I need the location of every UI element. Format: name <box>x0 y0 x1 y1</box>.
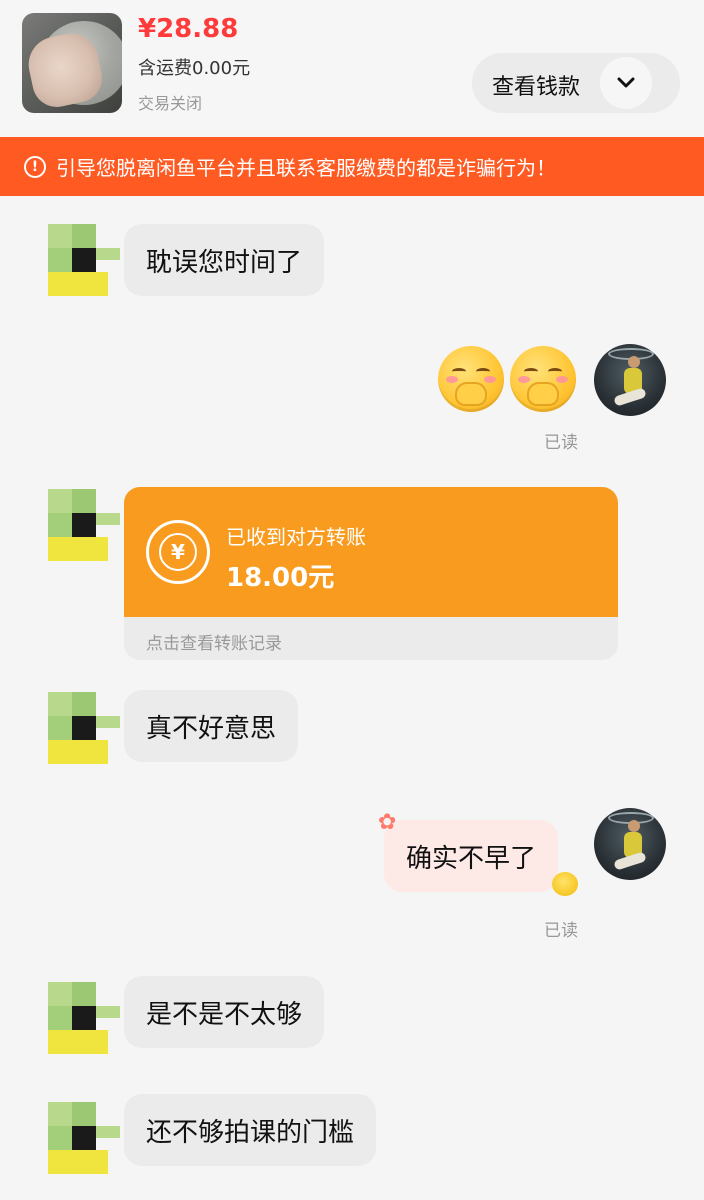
shy-smile-emoji-icon[interactable] <box>438 346 504 412</box>
chat-bubble[interactable]: 还不够拍课的门槛 <box>124 1094 377 1166</box>
my-avatar[interactable] <box>594 344 666 416</box>
chick-sticker-icon <box>552 872 578 896</box>
chevron-down-icon[interactable] <box>600 57 652 109</box>
shy-smile-emoji-icon[interactable] <box>510 346 576 412</box>
chat-bubble[interactable]: 耽误您时间了 <box>124 224 325 296</box>
order-header: ¥28.88 含运费0.00元 交易关闭 查看钱款 <box>0 0 704 137</box>
product-price: ¥28.88 <box>138 14 239 44</box>
yen-exchange-icon: ¥ <box>146 520 210 584</box>
shipping-fee: 含运费0.00元 <box>138 58 251 79</box>
transfer-card-body: ¥ 已收到对方转账 18.00元 <box>124 487 618 617</box>
fraud-warning-text: 引导您脱离闲鱼平台并且联系客服缴费的都是诈骗行为！ <box>56 156 556 180</box>
transfer-card[interactable]: ¥ 已收到对方转账 18.00元 点击查看转账记录 <box>124 487 618 660</box>
my-avatar[interactable] <box>594 808 666 880</box>
flower-sticker-icon: ✿ <box>378 810 397 835</box>
read-status: 已读 <box>544 921 578 941</box>
other-user-avatar[interactable] <box>48 224 120 296</box>
other-user-avatar[interactable] <box>48 489 120 561</box>
trade-status: 交易关闭 <box>138 94 203 113</box>
read-status: 已读 <box>544 433 578 453</box>
other-user-avatar[interactable] <box>48 1102 120 1174</box>
chat-bubble-mine[interactable]: 确实不早了 <box>384 820 559 892</box>
exclamation-circle-icon: ! <box>24 155 46 178</box>
other-user-avatar[interactable] <box>48 982 120 1054</box>
transfer-amount: 18.00元 <box>226 563 335 593</box>
chat-bubble[interactable]: 真不好意思 <box>124 690 299 762</box>
transfer-title: 已收到对方转账 <box>226 525 366 549</box>
other-user-avatar[interactable] <box>48 692 120 764</box>
chat-bubble[interactable]: 是不是不太够 <box>124 976 325 1048</box>
fraud-warning-banner: ! 引导您脱离闲鱼平台并且联系客服缴费的都是诈骗行为！ <box>0 137 704 196</box>
view-money-button[interactable]: 查看钱款 <box>472 53 680 113</box>
transfer-record-link[interactable]: 点击查看转账记录 <box>146 629 282 654</box>
product-thumbnail[interactable] <box>22 13 122 113</box>
view-money-label: 查看钱款 <box>492 75 581 100</box>
